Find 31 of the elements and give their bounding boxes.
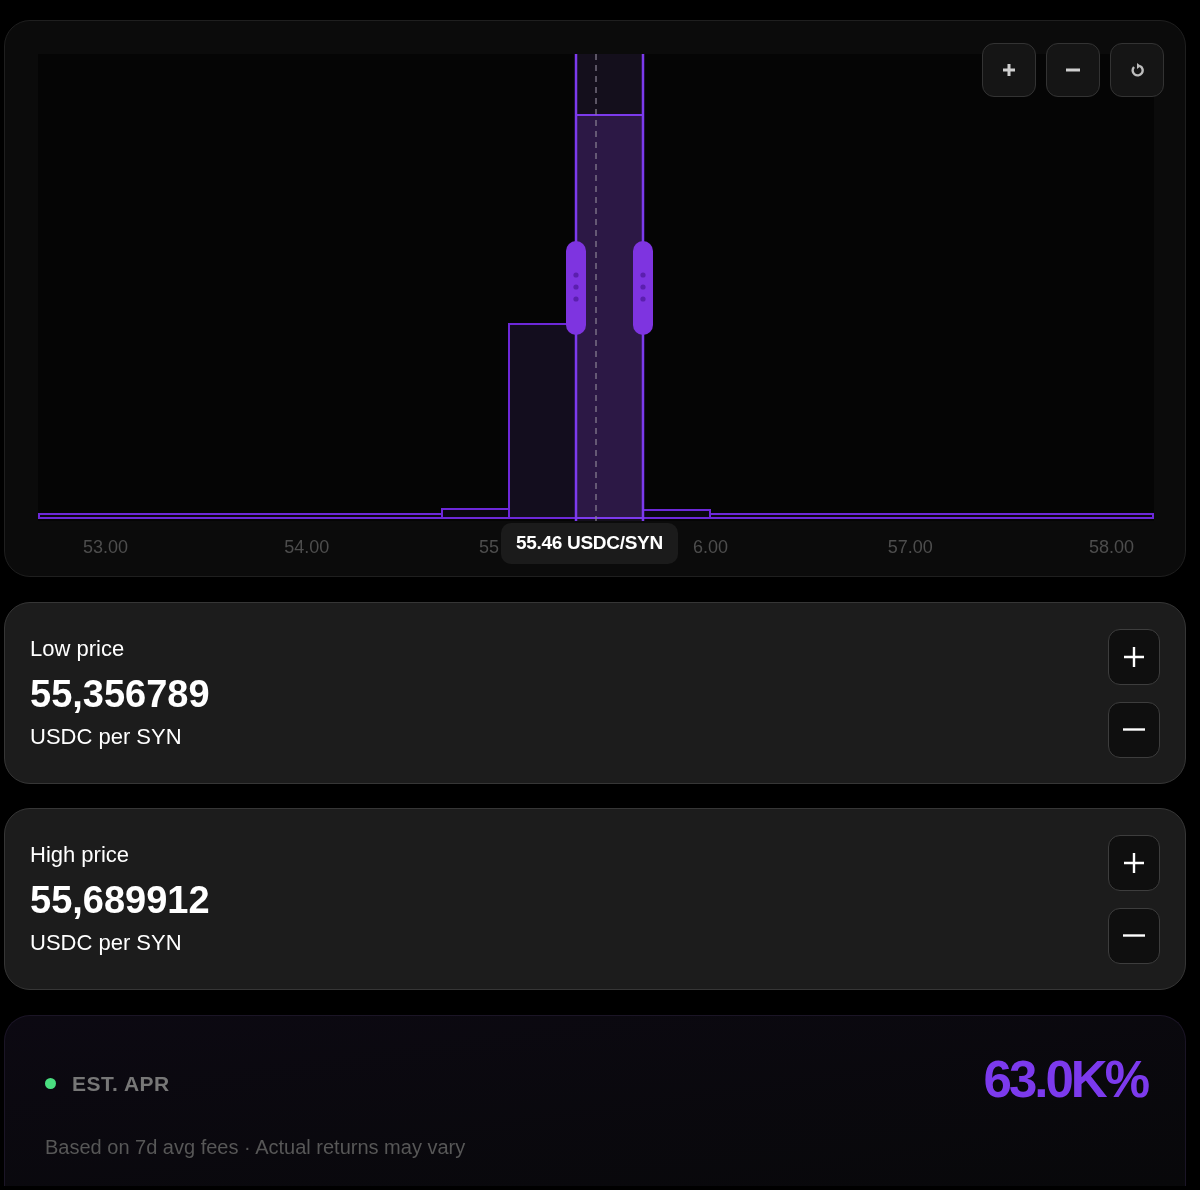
price-label: High price (30, 841, 131, 869)
reset-icon (1130, 63, 1144, 77)
axis-tick-label: 53.00 (83, 536, 129, 559)
axis-tick-label: 6.00 (693, 536, 729, 559)
plus-icon (1001, 62, 1017, 78)
axis-tick-label: 57.00 (887, 536, 933, 559)
increase-button[interactable] (1108, 834, 1160, 891)
minus-icon (1123, 934, 1145, 937)
increase-button[interactable] (1108, 628, 1160, 685)
price-value: 55,356789 (30, 672, 210, 717)
range-handle[interactable] (566, 241, 586, 335)
price-unit: USDC per SYN (30, 723, 183, 751)
apr-value: 63.0K% (983, 1054, 1147, 1105)
price-value: 55,689912 (30, 878, 210, 923)
plus-icon (1123, 851, 1145, 874)
axis-tick-label: 58.00 (1089, 536, 1135, 559)
minus-icon (1123, 728, 1145, 731)
reset-button[interactable] (1110, 43, 1164, 97)
price-label: Low price (30, 635, 126, 663)
price-tooltip: 55.46 USDC/SYN (501, 523, 678, 564)
axis-tick-label: 54.00 (284, 536, 330, 559)
apr-label: EST. APR (72, 1071, 170, 1097)
plus-icon (1123, 645, 1145, 668)
axis-tick-label: 55 (479, 536, 500, 559)
apr-note: Based on 7d avg fees · Actual returns may vary (45, 1135, 466, 1160)
zoom-in-button[interactable] (982, 43, 1036, 97)
minus-icon (1065, 68, 1081, 72)
price-unit: USDC per SYN (30, 929, 183, 957)
decrease-button[interactable] (1108, 907, 1160, 964)
decrease-button[interactable] (1108, 701, 1160, 758)
range-handle[interactable] (633, 241, 653, 335)
